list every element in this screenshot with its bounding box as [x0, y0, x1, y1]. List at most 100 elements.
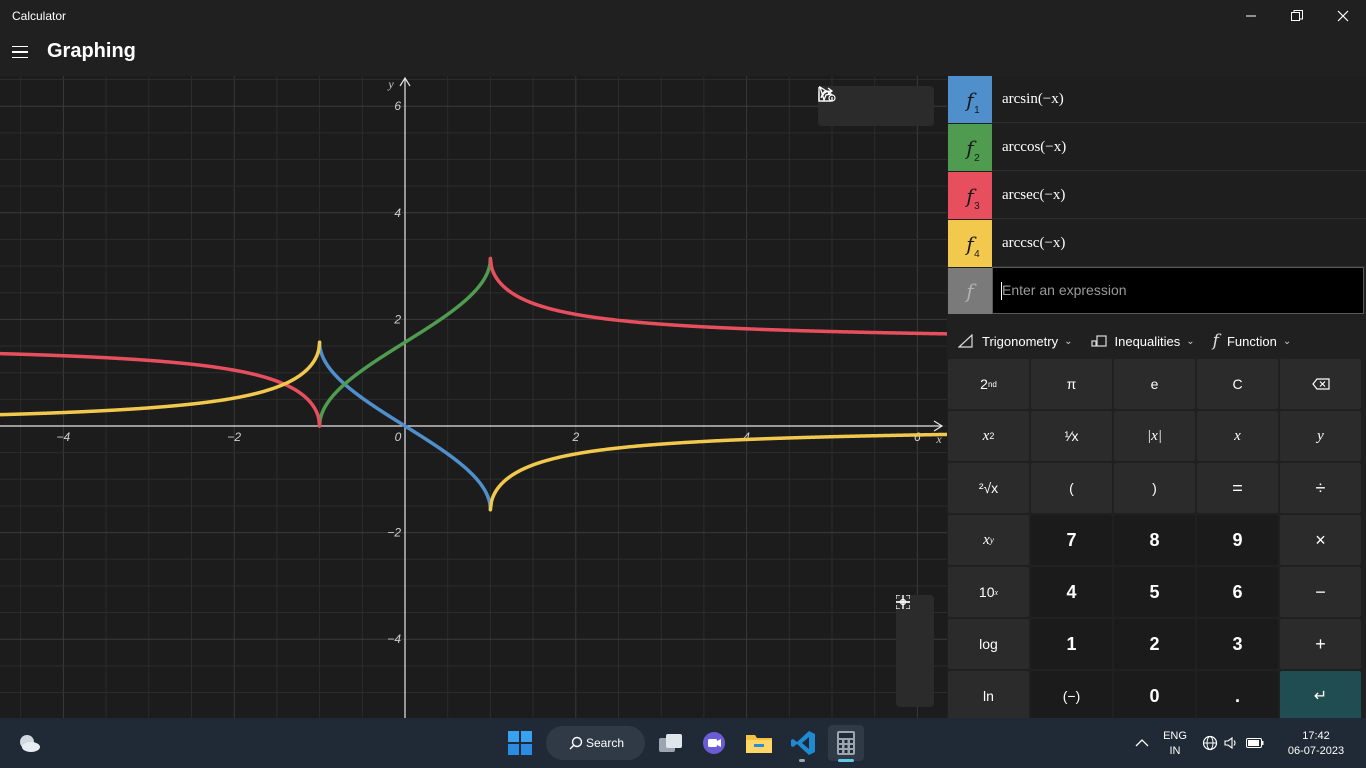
close-button[interactable] — [1320, 0, 1366, 32]
page-title: Graphing — [47, 40, 136, 62]
variable-y-key[interactable]: y — [1280, 411, 1361, 461]
calculator-taskbar-button[interactable] — [828, 725, 864, 762]
right-paren-key[interactable]: ) — [1114, 463, 1195, 513]
reciprocal-key[interactable]: ¹⁄x — [1031, 411, 1112, 461]
digit-8-key[interactable]: 8 — [1114, 515, 1195, 565]
weather-widget[interactable] — [11, 725, 47, 761]
function-expression[interactable]: arcsec(−x) — [1002, 187, 1065, 204]
trigonometry-label: Trigonometry — [982, 333, 1059, 349]
divide-key[interactable]: ÷ — [1280, 463, 1361, 513]
minus-key[interactable]: − — [1280, 567, 1361, 617]
expression-input[interactable]: Enter an expression — [992, 267, 1364, 314]
show-hidden-icons-button[interactable] — [1124, 725, 1160, 761]
power-key[interactable]: xy — [948, 515, 1029, 565]
file-explorer-button[interactable] — [741, 725, 777, 761]
digit-6-key[interactable]: 6 — [1197, 567, 1278, 617]
function-color-swatch[interactable]: f4 — [948, 220, 992, 267]
weather-cloud-icon — [20, 735, 40, 752]
digit-2-key[interactable]: 2 — [1114, 619, 1195, 669]
multiply-key[interactable]: × — [1280, 515, 1361, 565]
network-globe-icon — [1202, 735, 1218, 751]
left-paren-key[interactable]: ( — [1031, 463, 1112, 513]
equals-key[interactable]: = — [1197, 463, 1278, 513]
graph-options-button[interactable] — [818, 87, 928, 122]
taskbar-search[interactable]: Search — [546, 726, 645, 760]
calculator-window: Calculator Graphing −4 −2 0 2 4 6 6 4 2 −2 −4 x y — [0, 0, 1366, 768]
trigonometry-dropdown[interactable]: Trigonometry ⌄ — [958, 334, 1073, 349]
reset-view-icon — [896, 595, 910, 609]
close-icon — [1337, 10, 1349, 22]
digit-9-key[interactable]: 9 — [1197, 515, 1278, 565]
inequalities-dropdown[interactable]: Inequalities ⌄ — [1090, 334, 1195, 349]
share-button[interactable] — [818, 87, 892, 122]
digit-0-key[interactable]: 0 — [1114, 671, 1195, 721]
plus-key[interactable]: + — [1280, 619, 1361, 669]
system-tray-quick-settings[interactable] — [1201, 725, 1265, 761]
chevron-down-icon: ⌄ — [1064, 335, 1073, 347]
clear-key[interactable]: C — [1197, 359, 1278, 409]
function-row-2[interactable]: f2 arccos(−x) — [947, 124, 1366, 171]
function-row-3[interactable]: f3 arcsec(−x) — [947, 172, 1366, 219]
restore-button[interactable] — [1274, 0, 1320, 32]
negate-key[interactable]: (−) — [1031, 671, 1112, 721]
chevron-down-icon: ⌄ — [1186, 335, 1195, 347]
root-key[interactable]: ²√x — [948, 463, 1029, 513]
teams-chat-button[interactable] — [696, 725, 732, 761]
language-indicator[interactable]: ENG IN — [1158, 729, 1192, 759]
search-label: Search — [586, 736, 625, 750]
search-icon — [569, 736, 583, 750]
task-view-button[interactable] — [653, 725, 689, 761]
minimize-button[interactable] — [1228, 0, 1274, 32]
folder-icon — [746, 735, 772, 753]
battery-icon — [1246, 738, 1264, 748]
chevron-up-icon — [1135, 739, 1149, 747]
reset-view-button[interactable] — [896, 595, 931, 704]
restore-icon — [1291, 10, 1303, 21]
enter-key[interactable]: ↵ — [1280, 671, 1361, 721]
digit-1-key[interactable]: 1 — [1031, 619, 1112, 669]
digit-4-key[interactable]: 4 — [1031, 567, 1112, 617]
graph-plot[interactable]: −4 −2 0 2 4 6642−2−4xy — [0, 76, 947, 718]
keypad: 2nd π e C x2 ¹⁄x |x| x y ²√x ( ) = ÷ xy … — [947, 358, 1366, 721]
ten-power-key[interactable]: 10 x — [948, 567, 1029, 617]
y-tick-label: −4 — [387, 632, 401, 646]
function-color-swatch[interactable]: f1 — [948, 76, 992, 123]
x-tick-label: −4 — [57, 430, 71, 444]
e-key[interactable]: e — [1114, 359, 1195, 409]
triangle-icon — [958, 334, 973, 348]
x-tick-label: 6 — [914, 430, 921, 444]
volume-icon — [1224, 736, 1236, 750]
clock[interactable]: 17:42 06-07-2023 — [1278, 729, 1354, 759]
active-indicator — [838, 759, 854, 762]
ln-key[interactable]: ln — [948, 671, 1029, 721]
backspace-key[interactable] — [1280, 359, 1361, 409]
graph-options-icon — [818, 87, 836, 102]
function-expression[interactable]: arccos(−x) — [1002, 139, 1066, 156]
function-expression[interactable]: arcsin(−x) — [1002, 91, 1064, 108]
decimal-key[interactable]: . — [1197, 671, 1278, 721]
pi-key[interactable]: π — [1031, 359, 1112, 409]
task-view-icon — [659, 734, 682, 752]
start-button[interactable] — [502, 725, 538, 761]
function-color-swatch[interactable]: f3 — [948, 172, 992, 219]
variable-x-key[interactable]: x — [1197, 411, 1278, 461]
hamburger-icon[interactable] — [4, 34, 36, 70]
y-tick-label: −2 — [387, 526, 401, 540]
graph-canvas[interactable]: −4 −2 0 2 4 6 6 4 2 −2 −4 x y — [0, 76, 947, 718]
function-row-1[interactable]: f1 arcsin(−x) — [947, 76, 1366, 123]
digit-5-key[interactable]: 5 — [1114, 567, 1195, 617]
zoom-out-button[interactable] — [896, 601, 931, 667]
function-expression[interactable]: arccsc(−x) — [1002, 235, 1065, 252]
absolute-value-key[interactable]: |x| — [1114, 411, 1195, 461]
square-key[interactable]: x2 — [948, 411, 1029, 461]
function-row-4[interactable]: f4 arccsc(−x) — [947, 220, 1366, 267]
second-key[interactable]: 2nd — [948, 359, 1029, 409]
log-key[interactable]: log — [948, 619, 1029, 669]
function-color-swatch[interactable]: f2 — [948, 124, 992, 171]
zoom-controls — [896, 595, 934, 707]
windows-logo-icon — [508, 731, 532, 755]
vscode-button[interactable] — [785, 725, 821, 762]
digit-7-key[interactable]: 7 — [1031, 515, 1112, 565]
function-dropdown[interactable]: f Function ⌄ — [1213, 331, 1292, 351]
digit-3-key[interactable]: 3 — [1197, 619, 1278, 669]
